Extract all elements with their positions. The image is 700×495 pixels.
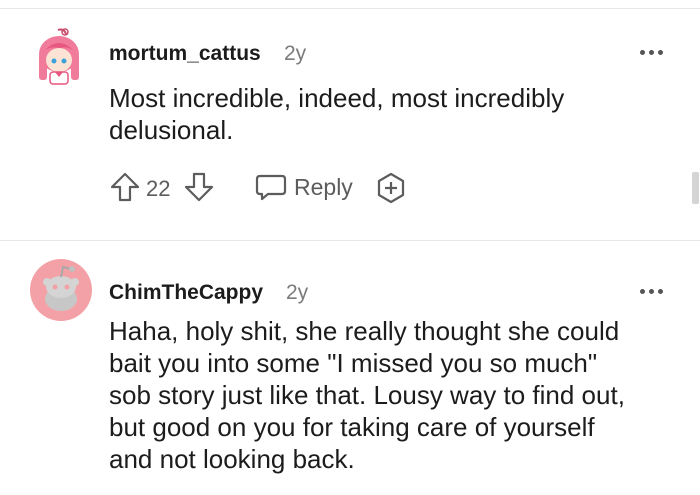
comment-username[interactable]: ChimTheCappy bbox=[109, 281, 263, 305]
comment-divider bbox=[0, 240, 700, 241]
more-options-icon[interactable] bbox=[640, 284, 670, 298]
comment-body-line: and not looking back. bbox=[109, 444, 355, 474]
comment-body-line: Haha, holy shit, she really thought she … bbox=[109, 316, 620, 346]
vote-count: 22 bbox=[146, 176, 171, 201]
reply-button[interactable]: Reply bbox=[255, 172, 363, 202]
speech-bubble-icon bbox=[255, 174, 287, 201]
comment-body-line: Most incredible, indeed, most incredibly bbox=[109, 83, 565, 113]
scrollbar-thumb[interactable] bbox=[692, 172, 699, 204]
top-divider bbox=[0, 8, 700, 9]
comment-age: 2y bbox=[286, 281, 309, 304]
snoo-avatar-icon[interactable] bbox=[30, 259, 92, 321]
reply-label: Reply bbox=[294, 174, 353, 200]
comment-body: Most incredible, indeed, most incredibly… bbox=[109, 82, 564, 146]
comment-username[interactable]: mortum_cattus bbox=[109, 42, 261, 66]
upvote-icon[interactable] bbox=[109, 172, 141, 202]
comment-body-line: bait you into some "I missed you so much… bbox=[109, 348, 598, 378]
anime-avatar-icon[interactable] bbox=[28, 26, 90, 88]
award-icon[interactable] bbox=[375, 172, 407, 204]
downvote-icon[interactable] bbox=[183, 172, 215, 202]
more-options-icon[interactable] bbox=[640, 45, 670, 59]
comment-thread: mortum_cattus 2y Most incredible, indeed… bbox=[0, 0, 700, 495]
comment-body-line: sob story just like that. Lousy way to f… bbox=[109, 380, 625, 410]
comment-body-line: but good on you for taking care of yours… bbox=[109, 412, 595, 442]
comment-body-line: delusional. bbox=[109, 115, 234, 145]
comment-age: 2y bbox=[284, 42, 307, 65]
comment-body: Haha, holy shit, she really thought she … bbox=[109, 315, 625, 475]
